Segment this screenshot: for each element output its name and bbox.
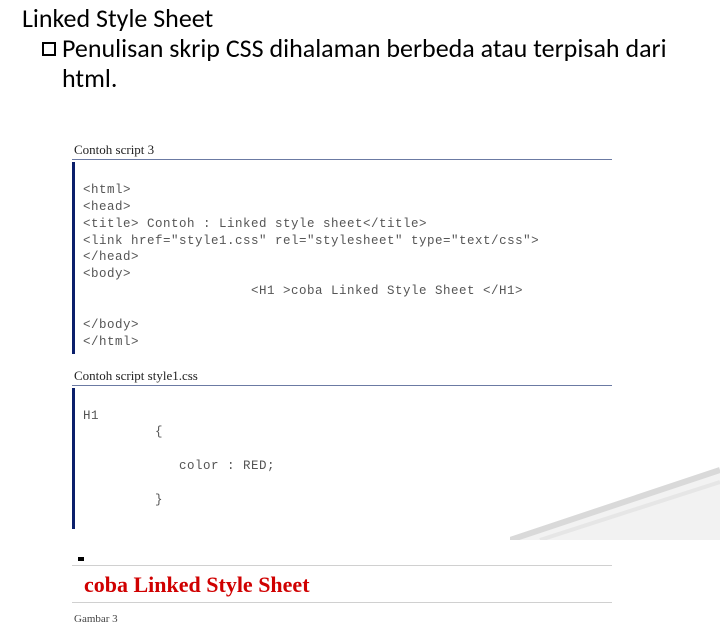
cursor-icon xyxy=(78,557,84,561)
bullet-text: Penulisan skrip CSS dihalaman berbeda at… xyxy=(62,34,670,94)
code-line: color : RED; xyxy=(83,458,612,475)
figure-label: Gambar 3 xyxy=(74,613,612,625)
code-block-css: H1 { color : RED; } xyxy=(72,388,612,529)
code-line: H1 xyxy=(83,409,99,423)
figure-area: Contoh script 3 <html> <head> <title> Co… xyxy=(72,142,612,625)
bullet-box-icon xyxy=(42,42,56,56)
render-preview: coba Linked Style Sheet xyxy=(72,557,612,603)
code-line: </head> xyxy=(83,250,139,264)
code-line: <H1 >coba Linked Style Sheet </H1> xyxy=(83,283,612,300)
code-line: <body> xyxy=(83,267,131,281)
divider xyxy=(72,565,612,566)
divider xyxy=(72,602,612,603)
code-line: { xyxy=(83,424,612,441)
rendered-heading: coba Linked Style Sheet xyxy=(84,572,612,598)
code-line: <link href="style1.css" rel="stylesheet"… xyxy=(83,234,539,248)
code-caption-2: Contoh script style1.css xyxy=(74,368,612,384)
code-block-html: <html> <head> <title> Contoh : Linked st… xyxy=(72,162,612,354)
code-line: </body> xyxy=(83,318,139,332)
code-line: <head> xyxy=(83,200,131,214)
page-title: Linked Style Sheet xyxy=(0,0,720,34)
code-line: </html> xyxy=(83,335,139,349)
divider xyxy=(72,159,612,160)
bullet-item: Penulisan skrip CSS dihalaman berbeda at… xyxy=(0,34,720,94)
code-caption-1: Contoh script 3 xyxy=(74,142,612,158)
code-line: <title> Contoh : Linked style sheet</tit… xyxy=(83,217,427,231)
divider xyxy=(72,385,612,386)
code-line: <html> xyxy=(83,183,131,197)
code-line: } xyxy=(83,492,612,509)
